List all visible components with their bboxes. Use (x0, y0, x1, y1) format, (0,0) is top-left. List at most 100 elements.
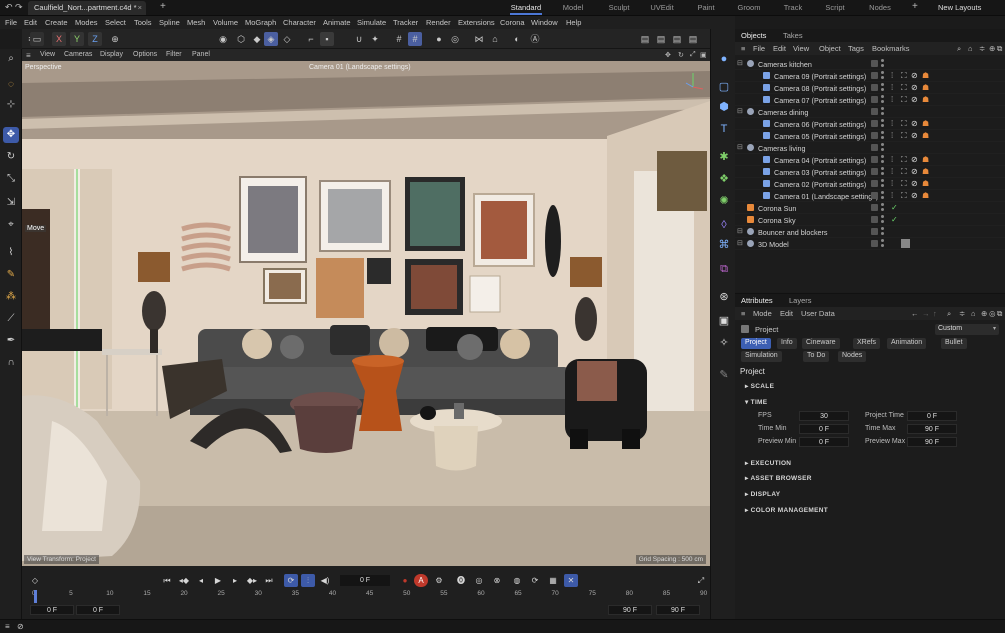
end-frame-b[interactable]: 90 F (656, 605, 700, 615)
objects-menu-view[interactable]: View (793, 44, 809, 53)
object-row[interactable]: ⊟ Bouncer and blockers (735, 226, 1005, 238)
play-icon[interactable]: ▶ (211, 574, 225, 587)
target-tag-icon[interactable]: ⛶ (901, 83, 907, 93)
undo-icon[interactable]: ↶ (5, 2, 13, 13)
attributes-menu-icon[interactable]: ≡ (741, 309, 745, 318)
visibility-dots-icon[interactable] (881, 239, 885, 248)
deformer-icon[interactable]: ✺ (716, 193, 732, 209)
layer-checkbox[interactable] (871, 132, 878, 139)
tab-layers[interactable]: Layers (789, 296, 812, 305)
viewport-menu-icon[interactable]: ≡ (26, 51, 31, 60)
layout-tab-nodes[interactable]: Nodes (850, 3, 910, 12)
layer-checkbox[interactable] (871, 240, 878, 247)
previous-key-icon[interactable]: ◂◆ (177, 574, 191, 587)
layer-checkbox[interactable] (871, 180, 878, 187)
paint-tool-icon[interactable]: ⁂ (3, 289, 19, 305)
attr-button-project[interactable]: Project (741, 338, 771, 349)
attributes-target-icon[interactable]: ◎ (989, 309, 996, 318)
menu-select[interactable]: Select (105, 18, 126, 27)
menu-tracker[interactable]: Tracker (393, 18, 418, 27)
camera-tag-icon[interactable]: ⁞ (891, 167, 893, 176)
layer-checkbox[interactable] (871, 168, 878, 175)
menu-edit[interactable]: Edit (24, 18, 37, 27)
axis-z-toggle[interactable]: Z (88, 32, 102, 46)
object-row[interactable]: Camera 04 (Portrait settings) ⁞ ⛶ ⊘ ☗ (735, 154, 1005, 166)
previous-frame-icon[interactable]: ◂ (194, 574, 208, 587)
redo-icon[interactable]: ↷ (15, 2, 23, 13)
section-display[interactable]: ▸ DISPLAY (745, 490, 780, 498)
viewport-rotate-icon[interactable]: ↻ (678, 51, 684, 59)
timeline-ruler[interactable]: 051015202530354045505560657075808590 (32, 590, 707, 604)
visibility-dots-icon[interactable] (881, 143, 885, 152)
menu-mesh[interactable]: Mesh (187, 18, 205, 27)
key-scale-icon[interactable]: ⊗ (490, 574, 504, 587)
axis-x-toggle[interactable]: X (52, 32, 66, 46)
expand-icon[interactable]: ⊟ (737, 59, 744, 67)
attributes-menu-user-data[interactable]: User Data (801, 309, 835, 318)
protection-tag-icon[interactable]: ⊘ (911, 167, 918, 176)
objects-filter-icon[interactable]: ≑ (979, 44, 985, 53)
workplane-icon[interactable]: ▪ (320, 32, 334, 46)
object-row[interactable]: ⊟ Cameras dining (735, 106, 1005, 118)
fps-field[interactable]: 30 (799, 411, 849, 421)
protection-tag-icon[interactable]: ⊘ (911, 83, 918, 92)
object-row[interactable]: ⊟ Cameras kitchen (735, 58, 1005, 70)
menu-animate[interactable]: Animate (323, 18, 351, 27)
object-row[interactable]: ⊟ Cameras living (735, 142, 1005, 154)
attributes-menu-mode[interactable]: Mode (753, 309, 772, 318)
target-tag-icon[interactable]: ⛶ (901, 71, 907, 81)
placement-tool-icon[interactable]: ⌖ (3, 217, 19, 233)
lock-icon[interactable]: ⌂ (488, 32, 502, 46)
visibility-dots-icon[interactable] (881, 155, 885, 164)
layer-checkbox[interactable] (871, 60, 878, 67)
next-key-icon[interactable]: ◆▸ (245, 574, 259, 587)
menu-simulate[interactable]: Simulate (357, 18, 386, 27)
objects-popout-icon[interactable]: ⧉ (997, 44, 1002, 54)
add-tab-icon[interactable]: + (160, 1, 166, 12)
text-object-icon[interactable]: T (716, 121, 732, 137)
record-key-icon[interactable]: ● (398, 574, 412, 587)
visibility-dots-icon[interactable] (881, 83, 885, 92)
layer-checkbox[interactable] (871, 144, 878, 151)
live-select-icon[interactable]: ◌ (3, 77, 19, 93)
key-pla-icon[interactable]: ⟳ (528, 574, 542, 587)
objects-search-icon[interactable]: ⌕ (957, 44, 961, 54)
viewport-maximize-icon[interactable]: ▣ (700, 51, 707, 59)
attributes-lock-icon[interactable]: ⌂ (971, 309, 976, 318)
active-camera-label[interactable]: Camera 01 (Landscape settings) (309, 64, 411, 71)
menu-character[interactable]: Character (283, 18, 316, 27)
document-tab[interactable]: Caulfield_Nort...partment.c4d * × (28, 1, 146, 15)
visibility-dots-icon[interactable] (881, 95, 885, 104)
attributes-filter-icon[interactable]: ≑ (959, 309, 965, 318)
status-menu-icon[interactable]: ≡ (5, 622, 10, 631)
timeline-expand-icon[interactable]: ⤢ (694, 574, 708, 587)
section-time[interactable]: ▾ TIME (745, 398, 767, 406)
render-view-icon[interactable]: ▣ (716, 313, 732, 329)
section-color-management[interactable]: ▸ COLOR MANAGEMENT (745, 506, 828, 514)
clapper-icon[interactable]: ▤ (638, 32, 652, 46)
loop-icon[interactable]: ⟳ (284, 574, 298, 587)
clapper-settings-icon[interactable]: ▤ (686, 32, 700, 46)
field-icon[interactable]: ◊ (716, 217, 732, 233)
transform-tool-icon[interactable]: ⇲ (3, 195, 19, 211)
menu-modes[interactable]: Modes (75, 18, 98, 27)
object-row[interactable]: Camera 03 (Portrait settings) ⁞ ⛶ ⊘ ☗ (735, 166, 1005, 178)
timer-icon[interactable]: ◐ (510, 32, 524, 46)
new-layouts-button[interactable]: New Layouts (938, 3, 981, 12)
camera-tag-icon[interactable]: ⁞ (891, 131, 893, 140)
add-layout-icon[interactable]: + (912, 1, 918, 12)
end-frame-a[interactable]: 90 F (608, 605, 652, 615)
brush-tool-icon[interactable]: ✎ (3, 267, 19, 283)
viewport-menu-panel[interactable]: Panel (192, 51, 210, 58)
snap-settings-icon[interactable]: # (408, 32, 422, 46)
mograph-cloner-icon[interactable]: ❖ (716, 171, 732, 187)
objects-menu-object[interactable]: Object (819, 44, 841, 53)
cube-icon[interactable]: ⬡ (234, 32, 248, 46)
corona-tag-icon[interactable]: ☗ (922, 95, 929, 104)
target-tag-icon[interactable]: ⛶ (901, 95, 907, 105)
visibility-dots-icon[interactable] (881, 59, 885, 68)
object-row[interactable]: Camera 02 (Portrait settings) ⁞ ⛶ ⊘ ☗ (735, 178, 1005, 190)
sculpt-tool-icon[interactable]: ⟋ (3, 311, 19, 327)
camera-object-icon[interactable]: ⌘ (716, 237, 732, 253)
objects-menu-icon[interactable]: ≡ (741, 44, 745, 53)
